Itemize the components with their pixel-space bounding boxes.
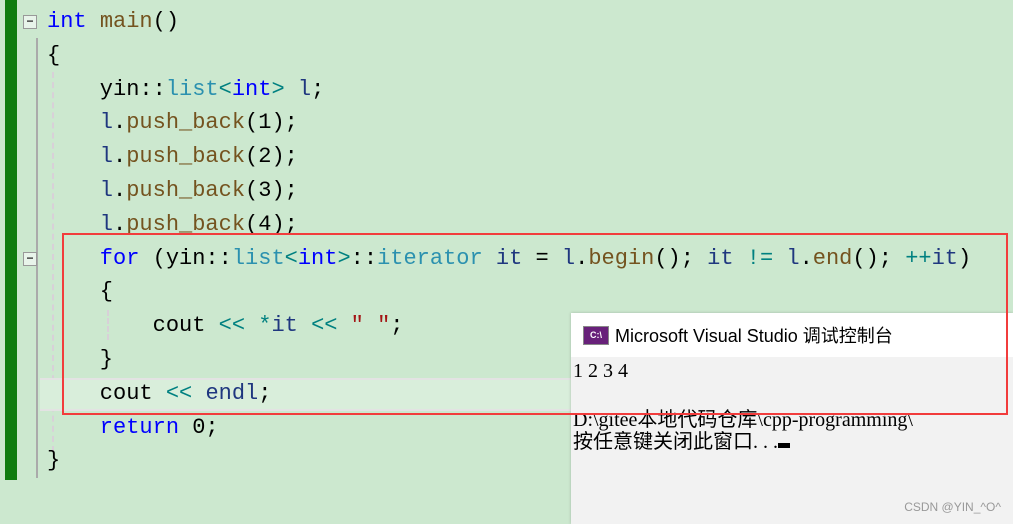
code-line[interactable]: l.push_back(3); [47,174,298,208]
code-line[interactable]: yin::list<int> l; [47,73,324,107]
code-token: l [47,178,114,203]
annotation-box [62,233,1008,415]
code-token: l [47,110,114,136]
code-token: 0; [192,414,219,440]
code-token: () [152,9,180,34]
code-token: push_back [126,144,246,170]
collapse-main-icon[interactable]: − [23,15,37,29]
change-indicator-bar [5,0,17,480]
code-line[interactable]: l.push_back(1); [47,106,298,140]
code-line[interactable]: return 0; [47,411,219,445]
code-token: . [113,144,127,170]
code-token: (3); [245,178,298,203]
code-token: return [47,414,193,440]
code-token: ; [311,76,325,102]
code-token: l [47,144,114,170]
code-token: < [218,76,232,102]
code-token: list [165,76,219,102]
code-token: (2); [245,144,298,170]
watermark: CSDN @YIN_^O^ [904,500,1001,514]
code-token: l [297,76,312,102]
code-token: . [113,110,127,136]
code-token: (1); [245,110,298,136]
code-token: yin:: [47,76,166,102]
console-cursor [778,443,790,448]
code-token: > [271,76,298,102]
code-token: { [47,42,61,68]
code-token: push_back [126,178,246,203]
code-token: int [47,9,100,34]
console-output-line: 按任意键关闭此窗口. . . [573,431,790,453]
code-token: push_back [126,110,246,136]
code-line[interactable]: } [47,444,60,478]
collapse-for-icon[interactable]: − [23,252,37,266]
code-token: main [99,9,153,34]
code-token: } [47,448,61,474]
code-token: int [231,76,272,102]
code-line[interactable]: int main() [47,5,179,39]
code-line[interactable]: { [47,39,60,73]
code-token: . [113,178,127,203]
console-prompt-text: 按任意键关闭此窗口. . . [573,431,778,453]
code-line[interactable]: l.push_back(2); [47,140,298,174]
